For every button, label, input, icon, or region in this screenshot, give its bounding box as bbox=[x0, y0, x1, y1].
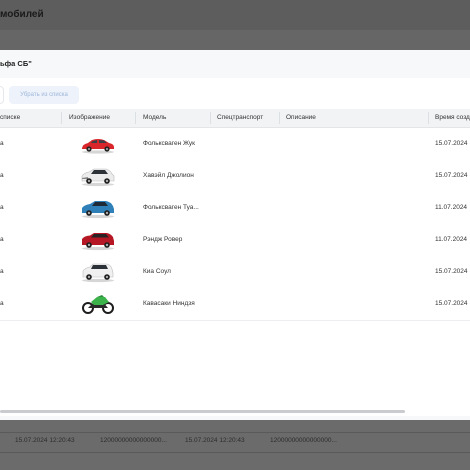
background-row[interactable]: 15.07.2024 12:20:43 12000000000000000...… bbox=[0, 432, 470, 452]
vehicle-image bbox=[79, 133, 117, 155]
horizontal-scrollbar[interactable] bbox=[0, 410, 405, 413]
toolbar-button[interactable] bbox=[0, 86, 4, 104]
car-blue-icon bbox=[82, 201, 114, 219]
vehicle-image bbox=[79, 293, 117, 315]
background-divider bbox=[0, 452, 470, 453]
column-separator[interactable] bbox=[428, 112, 429, 124]
table-row[interactable]: а Хавэйл Джолион 15.07.2024 bbox=[0, 160, 470, 193]
vehicle-list-modal: ьфа СБ" Убрать из списка списке Изображе… bbox=[0, 50, 470, 420]
table-row[interactable]: а Киа Соул 15.07.2024 bbox=[0, 256, 470, 289]
car-white-suv-icon bbox=[81, 168, 115, 187]
in-list-cell: а bbox=[0, 140, 4, 147]
created-time-cell: 15.07.2024 bbox=[435, 140, 468, 147]
in-list-cell: а bbox=[0, 204, 4, 211]
column-separator[interactable] bbox=[210, 112, 211, 124]
remove-from-list-button[interactable]: Убрать из списка bbox=[9, 86, 79, 104]
created-time-cell: 15.07.2024 bbox=[435, 300, 468, 307]
vehicle-table-card: Убрать из списка списке Изображение Моде… bbox=[0, 78, 470, 416]
car-red-icon bbox=[82, 139, 114, 154]
background-number: 12000000000000000... bbox=[270, 437, 337, 444]
car-red-suv-icon bbox=[82, 233, 114, 251]
vehicle-image bbox=[79, 261, 117, 283]
in-list-cell: а bbox=[0, 268, 4, 275]
created-time-cell: 11.07.2024 bbox=[435, 236, 468, 243]
table-row[interactable]: а Кавасаки Ниндзя 15.07.2024 bbox=[0, 288, 470, 321]
background-number: 12000000000000000... bbox=[100, 437, 167, 444]
page-header: мобилей bbox=[0, 0, 470, 30]
table-row[interactable]: а Фольксваген Туа... 11.07.2024 bbox=[0, 192, 470, 225]
model-cell: Фольксваген Туа... bbox=[143, 204, 199, 211]
column-image[interactable]: Изображение bbox=[69, 109, 110, 127]
column-separator[interactable] bbox=[135, 112, 136, 124]
table-header: списке Изображение Модель Спецтранспорт … bbox=[0, 109, 470, 128]
in-list-cell: а bbox=[0, 236, 4, 243]
motorcycle-icon bbox=[82, 295, 114, 314]
in-list-cell: а bbox=[0, 172, 4, 179]
model-cell: Кавасаки Ниндзя bbox=[143, 300, 195, 307]
car-white-icon bbox=[82, 263, 114, 283]
created-time-cell: 15.07.2024 bbox=[435, 268, 468, 275]
created-time-cell: 15.07.2024 bbox=[435, 172, 468, 179]
model-cell: Киа Соул bbox=[143, 268, 171, 275]
model-cell: Фольксваген Жук bbox=[143, 140, 196, 147]
modal-title: ьфа СБ" bbox=[0, 59, 32, 68]
vehicle-image bbox=[79, 197, 117, 219]
page-toolbar bbox=[0, 30, 470, 50]
table-row[interactable]: а Фольксваген Жук 15.07.2024 bbox=[0, 128, 470, 161]
column-created-time[interactable]: Время созд bbox=[435, 109, 470, 127]
column-in-list[interactable]: списке bbox=[0, 109, 20, 127]
model-cell: Хавэйл Джолион bbox=[143, 172, 194, 179]
column-special-transport[interactable]: Спецтранспорт bbox=[217, 109, 263, 127]
column-model[interactable]: Модель bbox=[143, 109, 166, 127]
column-separator[interactable] bbox=[279, 112, 280, 124]
column-separator[interactable] bbox=[61, 112, 62, 124]
page-title: мобилей bbox=[0, 9, 44, 20]
vehicle-image bbox=[79, 165, 117, 187]
background-date: 15.07.2024 12:20:43 bbox=[185, 437, 245, 444]
column-description[interactable]: Описание bbox=[286, 109, 316, 127]
background-date: 15.07.2024 12:20:43 bbox=[15, 437, 75, 444]
in-list-cell: а bbox=[0, 300, 4, 307]
created-time-cell: 11.07.2024 bbox=[435, 204, 468, 211]
vehicle-image bbox=[79, 229, 117, 251]
table-row[interactable]: а Рэндж Ровер 11.07.2024 bbox=[0, 224, 470, 257]
model-cell: Рэндж Ровер bbox=[143, 236, 183, 243]
